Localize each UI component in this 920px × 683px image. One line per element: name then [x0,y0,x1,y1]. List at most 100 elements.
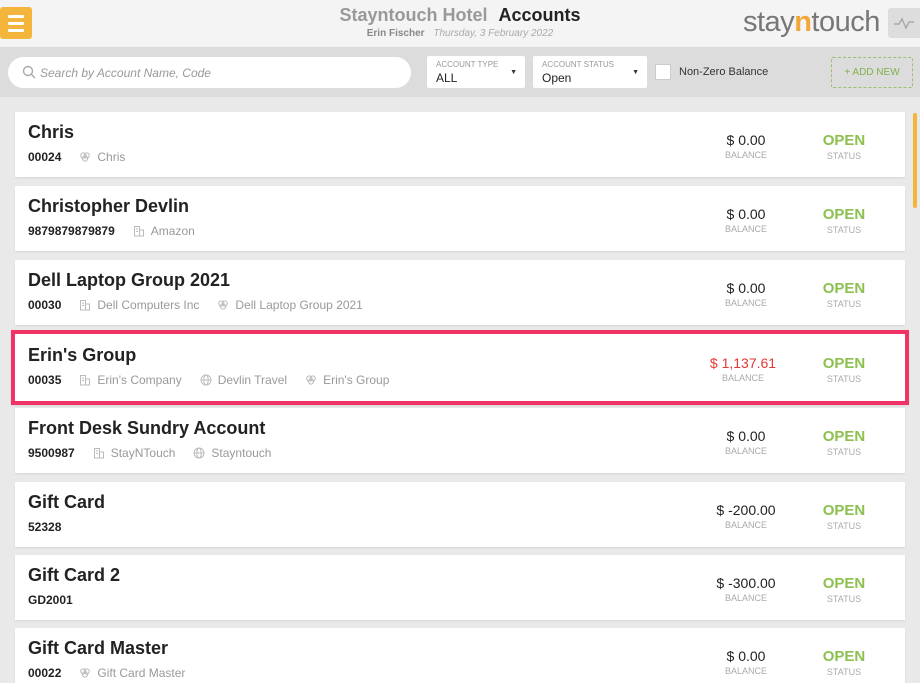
group-icon [218,300,229,310]
building-icon [80,300,91,311]
status-badge: OPEN [822,648,866,665]
building-icon [80,375,91,386]
status-label: STATUS [826,374,862,384]
account-card[interactable]: Chris 00024 Chris $ 0.00 BALANCE OPEN ST… [15,112,905,177]
account-card[interactable]: Gift Card Master 00022 Gift Card Master … [15,628,905,683]
non-zero-balance-label: Non-Zero Balance [679,66,769,78]
account-meta: 00024 Chris [28,150,143,164]
group-icon [306,375,316,385]
user-name: Erin Fischer [366,28,425,39]
account-type-select[interactable]: ACCOUNT TYPE ALL ▼ [427,56,525,88]
search-input[interactable] [40,57,400,88]
account-meta: 9500987 StayNTouch Stayntouch [28,446,289,460]
status-badge: OPEN [822,575,866,592]
group-name: Dell Laptop Group 2021 [235,298,363,312]
group-icon [80,668,91,678]
group-name: Gift Card Master [97,666,186,680]
account-status-select[interactable]: ACCOUNT STATUS Open ▼ [533,56,647,88]
non-zero-balance-checkbox[interactable] [655,64,671,80]
account-type-label: ACCOUNT TYPE [436,60,499,69]
balance-block: $ -300.00 BALANCE [701,575,791,603]
account-name: Front Desk Sundry Account [28,418,266,438]
status-block: OPEN STATUS [804,502,884,531]
account-code: 9879879879879 [28,224,115,238]
balance-label: BALANCE [724,298,768,308]
account-code: 00024 [28,150,62,164]
status-block: OPEN STATUS [804,132,884,161]
status-label: STATUS [826,447,862,457]
balance-value: $ 0.00 [726,428,766,444]
account-card-selected[interactable]: Erin's Group 00035 Erin's Company Devlin… [11,330,909,405]
stayntouch-logo: stayntouch [743,6,880,39]
account-code: 52328 [28,520,62,534]
account-name: Dell Laptop Group 2021 [28,270,231,290]
status-block: OPEN STATUS [804,206,884,235]
account-card[interactable]: Gift Card 52328 $ -200.00 BALANCE OPEN S… [15,482,905,547]
travel-agent-name: Devlin Travel [217,373,288,387]
balance-block: $ 0.00 BALANCE [701,648,791,676]
account-code: GD2001 [28,593,73,607]
balance-block: $ 0.00 BALANCE [701,132,791,160]
scrollbar-thumb[interactable] [913,113,917,208]
balance-label: BALANCE [724,666,768,676]
search-icon [22,65,36,79]
add-new-button[interactable]: + ADD NEW [831,57,913,88]
status-block: OPEN STATUS [804,648,884,677]
account-meta: 00030 Dell Computers Inc Dell Laptop Gro… [28,298,381,312]
balance-value: $ -300.00 [716,575,776,591]
caret-down-icon: ▼ [510,69,517,76]
balance-label: BALANCE [724,520,768,530]
status-block: OPEN STATUS [804,575,884,604]
account-meta: 00035 Erin's Company Devlin Travel Erin'… [28,373,407,387]
app-header: Stayntouch Hotel Accounts Erin Fischer T… [0,0,920,47]
status-label: STATUS [826,299,862,309]
account-card[interactable]: Dell Laptop Group 2021 00030 Dell Comput… [15,260,905,325]
building-icon [93,448,104,459]
account-code: 00030 [28,298,62,312]
balance-block: $ 1,137.61 BALANCE [698,355,788,383]
status-badge: OPEN [822,206,866,223]
balance-label: BALANCE [724,446,768,456]
account-code: 00022 [28,666,62,680]
balance-label: BALANCE [724,150,768,160]
account-name: Christopher Devlin [28,196,190,216]
pulse-icon[interactable] [888,8,920,38]
status-block: OPEN STATUS [804,428,884,457]
account-name: Gift Card 2 [28,565,121,585]
account-type-value: ALL [436,71,458,85]
account-meta: GD2001 [28,593,91,607]
account-card[interactable]: Christopher Devlin 9879879879879 Amazon … [15,186,905,251]
travel-agent-name: Stayntouch [211,446,272,460]
account-meta: 9879879879879 Amazon [28,224,213,238]
company-item: Dell Computers Inc [79,298,199,312]
status-badge: OPEN [822,502,866,519]
account-name: Gift Card Master [28,638,169,658]
status-label: STATUS [826,151,862,161]
status-label: STATUS [826,521,862,531]
status-badge: OPEN [822,428,866,445]
status-badge: OPEN [822,355,866,372]
business-date: Thursday, 3 February 2022 [433,28,554,39]
balance-value: $ 0.00 [726,648,766,664]
balance-value: $ 1,137.61 [709,355,777,371]
group-name: Chris [97,150,126,164]
status-label: STATUS [826,225,862,235]
account-card[interactable]: Gift Card 2 GD2001 $ -300.00 BALANCE OPE… [15,555,905,620]
account-meta: 52328 [28,520,79,534]
group-item: Erin's Group [305,373,389,387]
balance-value: $ 0.00 [726,280,766,296]
logo-part-3: touch [811,6,880,38]
balance-block: $ 0.00 BALANCE [701,280,791,308]
group-icon [80,152,91,162]
account-card[interactable]: Front Desk Sundry Account 9500987 StayNT… [15,408,905,473]
balance-label: BALANCE [724,224,768,234]
logo-part-2: n [794,6,812,38]
balance-block: $ 0.00 BALANCE [701,428,791,456]
account-meta: 00022 Gift Card Master [28,666,203,680]
travel-agent-item: Stayntouch [193,446,271,460]
balance-value: $ 0.00 [726,132,766,148]
page-title: Accounts [498,5,581,25]
status-badge: OPEN [822,280,866,297]
company-name: StayNTouch [110,446,176,460]
caret-down-icon: ▼ [632,69,639,76]
